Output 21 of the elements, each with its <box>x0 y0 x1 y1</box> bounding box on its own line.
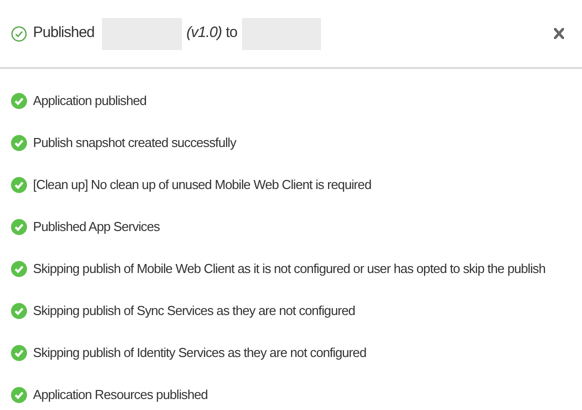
connector-label: to <box>226 23 238 44</box>
check-icon <box>11 219 27 235</box>
message-text: Application Resources published <box>33 386 208 404</box>
check-icon <box>11 93 27 109</box>
message-text: Application published <box>33 92 146 110</box>
check-icon <box>11 387 27 403</box>
header-label: Published <box>33 23 94 44</box>
message-text: Published App Services <box>33 218 160 236</box>
success-icon <box>11 26 27 42</box>
message-text: Skipping publish of Mobile Web Client as it is not configured or user has opted to skip the publish <box>33 260 546 278</box>
check-icon <box>11 345 27 361</box>
check-icon <box>11 261 27 277</box>
message-text: Skipping publish of Sync Services as they are not configured <box>33 302 356 320</box>
check-icon <box>11 135 27 151</box>
version-label: (v1.0) <box>186 23 222 44</box>
close-button[interactable] <box>552 26 566 41</box>
check-icon <box>11 177 27 193</box>
message-text: Publish snapshot created successfully <box>33 134 236 152</box>
message-text: Skipping publish of Identity Services as they are not configured <box>33 344 366 362</box>
check-icon <box>11 303 27 319</box>
message-text: [Clean up] No clean up of unused Mobile Web Client is required <box>33 176 372 194</box>
